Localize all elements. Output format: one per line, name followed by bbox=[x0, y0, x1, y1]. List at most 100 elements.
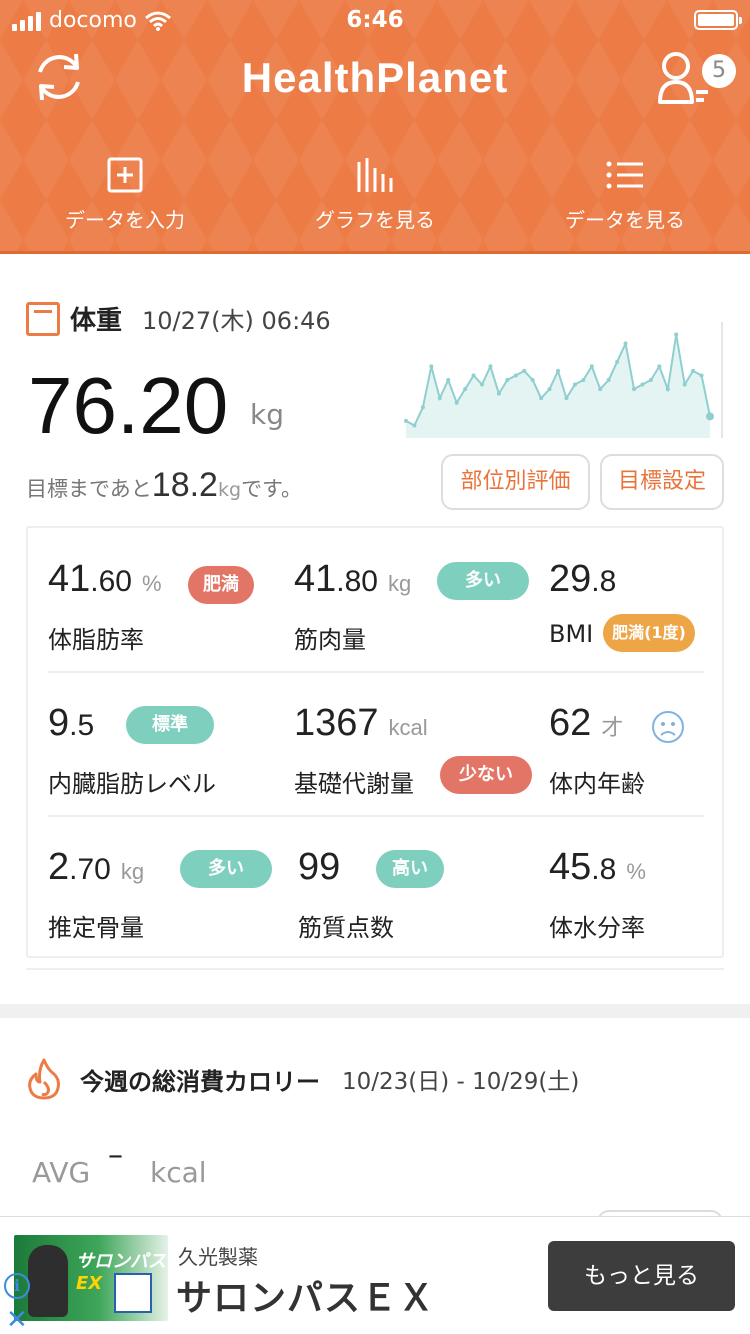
trend-point bbox=[530, 378, 535, 382]
trend-point bbox=[648, 378, 653, 382]
metric-label: 基礎代謝量 bbox=[294, 770, 414, 798]
tab-input-data[interactable]: データを入力 bbox=[0, 150, 250, 250]
ad-image[interactable]: サロンパスEX bbox=[14, 1235, 168, 1321]
metric-bmr[interactable]: 1367 kcal 基礎代謝量 少ない bbox=[294, 672, 544, 816]
trend-point bbox=[505, 378, 510, 382]
weight-unit: kg bbox=[250, 398, 284, 431]
body-metrics-grid: 41.60% 肥満 体脂肪率 41.80 kg 多い 筋肉量 29.8 BMI 肥… bbox=[26, 526, 724, 958]
card-divider bbox=[26, 968, 724, 970]
section-separator bbox=[0, 1004, 750, 1018]
metric-value: 62 才 bbox=[549, 702, 624, 744]
metric-label: 筋質点数 bbox=[298, 914, 394, 942]
trend-point bbox=[446, 378, 451, 382]
tab-label: グラフを見る bbox=[315, 208, 435, 232]
metric-bone-mass[interactable]: 2.70 kg 多い 推定骨量 bbox=[48, 816, 288, 960]
metric-muscle[interactable]: 41.80 kg 多い 筋肉量 bbox=[294, 528, 544, 672]
calorie-title: 今週の総消費カロリー bbox=[80, 1067, 320, 1096]
status-badge: 多い bbox=[180, 850, 272, 888]
battery-icon bbox=[694, 10, 742, 30]
metric-value: 2.70 kg bbox=[48, 846, 145, 888]
trend-point bbox=[665, 387, 670, 392]
status-badge: 肥満(1度) bbox=[603, 614, 695, 652]
trend-point bbox=[657, 364, 662, 369]
status-badge: 肥満 bbox=[188, 566, 254, 604]
sad-face-icon bbox=[652, 711, 684, 743]
trend-point bbox=[556, 368, 560, 373]
goal-suffix: です。 bbox=[241, 477, 302, 501]
weight-header: 体重 10/27(木) 06:46 bbox=[26, 300, 331, 337]
metric-value: 99 bbox=[298, 846, 341, 888]
trend-point bbox=[513, 373, 518, 378]
avg-label: AVG bbox=[32, 1156, 91, 1189]
goal-value: 18.2 bbox=[151, 466, 218, 504]
user-switch-button[interactable]: 5 bbox=[656, 46, 738, 110]
trend-point bbox=[539, 396, 544, 401]
app-title: HealthPlanet bbox=[241, 54, 509, 101]
tab-view-graph[interactable]: グラフを見る bbox=[250, 150, 500, 250]
trend-point bbox=[581, 378, 586, 382]
metric-label: 体内年齢 bbox=[549, 770, 645, 798]
metric-muscle-score[interactable]: 99 高い 筋質点数 bbox=[298, 816, 548, 960]
status-time: 6:46 bbox=[346, 7, 404, 33]
trend-point bbox=[623, 341, 628, 346]
metric-body-age[interactable]: 62 才 体内年齢 bbox=[549, 672, 719, 816]
metric-body-water[interactable]: 45.8% 体水分率 bbox=[549, 816, 719, 960]
trend-point bbox=[496, 391, 501, 396]
ad-close-icon[interactable]: ✕ bbox=[6, 1305, 28, 1334]
goal-remaining-text: 目標まであと18.2kgです。 bbox=[26, 466, 302, 505]
metrics-row: 2.70 kg 多い 推定骨量 99 高い 筋質点数 45.8% 体水分率 bbox=[28, 816, 726, 960]
calorie-header: 今週の総消費カロリー 10/23(日) - 10/29(土) bbox=[26, 1058, 579, 1100]
trend-point bbox=[454, 400, 459, 405]
metrics-row: 9.5 標準 内臓脂肪レベル 1367 kcal 基礎代謝量 少ない 62 才 体内… bbox=[28, 672, 726, 816]
ad-sponsor: 久光製薬 bbox=[178, 1245, 258, 1269]
ad-banner[interactable]: サロンパスEX i ✕ 久光製薬 サロンパスＥＸ もっと見る bbox=[0, 1216, 750, 1334]
trend-point bbox=[564, 396, 569, 401]
weight-label: 体重 bbox=[70, 306, 123, 336]
ad-package bbox=[114, 1273, 152, 1313]
list-icon bbox=[606, 161, 643, 189]
trend-point bbox=[615, 359, 620, 364]
trend-point bbox=[589, 364, 594, 369]
user-count-badge: 5 bbox=[702, 54, 736, 88]
plus-square-icon bbox=[107, 157, 143, 193]
avg-value: – bbox=[108, 1138, 123, 1173]
scale-icon bbox=[26, 301, 60, 336]
tab-view-data[interactable]: データを見る bbox=[500, 150, 750, 250]
metric-visceral-fat[interactable]: 9.5 標準 内臓脂肪レベル bbox=[48, 672, 288, 816]
metric-value: 1367 kcal bbox=[294, 702, 428, 744]
ad-title[interactable]: サロンパスＥＸ bbox=[176, 1269, 435, 1321]
metric-label: 推定骨量 bbox=[48, 914, 144, 942]
metric-body-fat[interactable]: 41.60% 肥満 体脂肪率 bbox=[48, 528, 288, 672]
trend-point bbox=[480, 382, 484, 387]
metric-bmi[interactable]: 29.8 BMI 肥満(1度) bbox=[549, 528, 719, 672]
trend-point bbox=[691, 368, 696, 373]
weight-value: 76.20 bbox=[28, 361, 229, 450]
trend-point bbox=[404, 418, 408, 423]
trend-point bbox=[437, 396, 442, 401]
trend-point bbox=[420, 405, 425, 410]
weight-card: 体重 10/27(木) 06:46 76.20 kg 目標まであと18.2kgで… bbox=[0, 258, 750, 1003]
goal-prefix: 目標まであと bbox=[26, 477, 152, 501]
trend-point bbox=[606, 378, 611, 382]
weight-trend-chart[interactable] bbox=[404, 322, 724, 438]
metric-value: 45.8% bbox=[549, 846, 646, 888]
trend-point bbox=[674, 332, 679, 337]
trend-point bbox=[706, 412, 714, 421]
goal-unit: kg bbox=[217, 479, 242, 501]
metric-value: 41.60% bbox=[48, 558, 162, 600]
body-part-eval-button[interactable]: 部位別評価 bbox=[441, 454, 590, 510]
tab-bar: データを入力 グラフを見る データを見る bbox=[0, 150, 750, 250]
ad-more-button[interactable]: もっと見る bbox=[548, 1241, 735, 1311]
trend-point bbox=[699, 373, 704, 378]
trend-point bbox=[429, 364, 434, 369]
status-badge: 多い bbox=[437, 562, 529, 600]
status-bar: docomo 6:46 bbox=[0, 0, 750, 40]
trend-point bbox=[682, 382, 687, 387]
trend-point bbox=[640, 382, 645, 387]
ad-info-icon[interactable]: i bbox=[4, 1273, 30, 1299]
avg-unit: kcal bbox=[150, 1156, 207, 1189]
calorie-date-range: 10/23(日) - 10/29(土) bbox=[342, 1069, 580, 1095]
metric-value: 41.80 kg bbox=[294, 558, 412, 600]
weight-datetime: 10/27(木) 06:46 bbox=[142, 307, 331, 335]
goal-setting-button[interactable]: 目標設定 bbox=[600, 454, 724, 510]
